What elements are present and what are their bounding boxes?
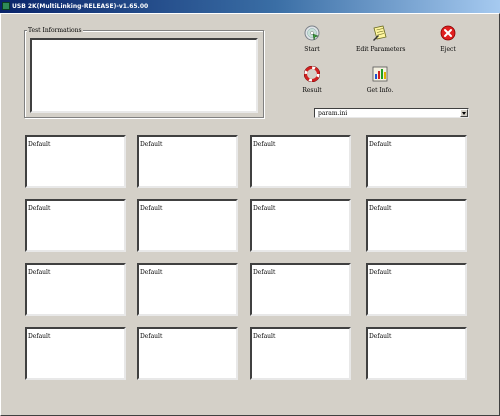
device-slot: Default [250,263,351,316]
device-slot: Default [366,135,467,188]
slot-status: Default [140,205,163,212]
device-slot: Default [250,135,351,188]
device-slot: Default [25,263,126,316]
slot-status: Default [369,141,392,148]
slot-status: Default [28,141,51,148]
device-slot: Default [137,199,238,252]
app-icon [2,2,10,10]
get-info-button[interactable]: Get Info. [356,66,404,94]
start-label: Start [304,46,320,53]
slot-status: Default [28,205,51,212]
eject-close-icon [440,25,456,41]
device-slot: Default [366,263,467,316]
device-slot: Default [25,327,126,380]
test-informations-label: Test Informations [27,26,83,35]
slot-status: Default [369,269,392,276]
slot-status: Default [140,333,163,340]
start-button[interactable]: Start [288,25,336,53]
slot-status: Default [28,333,51,340]
test-informations-group: Test Informations [24,26,264,118]
device-slot: Default [137,135,238,188]
window-title: USB 2K(MultiLinking-RELEASE)-v1.65.00 [12,3,149,10]
start-disc-icon [304,25,320,41]
slot-status: Default [369,333,392,340]
device-slot: Default [25,199,126,252]
edit-notepad-icon [373,25,387,41]
param-file-select[interactable]: param.ini [314,108,469,118]
edit-parameters-label: Edit Parameters [356,46,406,53]
get-info-label: Get Info. [366,87,394,94]
device-slot: Default [137,327,238,380]
slot-status: Default [369,205,392,212]
slot-status: Default [140,141,163,148]
slot-status: Default [253,333,276,340]
slot-status: Default [28,269,51,276]
eject-label: Eject [440,46,456,53]
slot-status: Default [140,269,163,276]
param-file-value: param.ini [318,110,348,117]
device-slot: Default [366,199,467,252]
device-slot: Default [137,263,238,316]
edit-parameters-button[interactable]: Edit Parameters [356,25,406,53]
result-label: Result [302,87,322,94]
device-slot: Default [366,327,467,380]
test-informations-field[interactable] [30,38,258,113]
device-slot: Default [250,327,351,380]
slot-status: Default [253,269,276,276]
device-slot: Default [25,135,126,188]
device-slot: Default [250,199,351,252]
result-button[interactable]: Result [288,66,336,94]
result-lifebuoy-icon [304,66,320,82]
chevron-down-icon[interactable] [460,109,468,117]
slot-status: Default [253,141,276,148]
slot-status: Default [253,205,276,212]
get-info-chart-icon [372,66,388,82]
title-bar[interactable]: USB 2K(MultiLinking-RELEASE)-v1.65.00 [0,0,500,13]
eject-button[interactable]: Eject [424,25,472,53]
